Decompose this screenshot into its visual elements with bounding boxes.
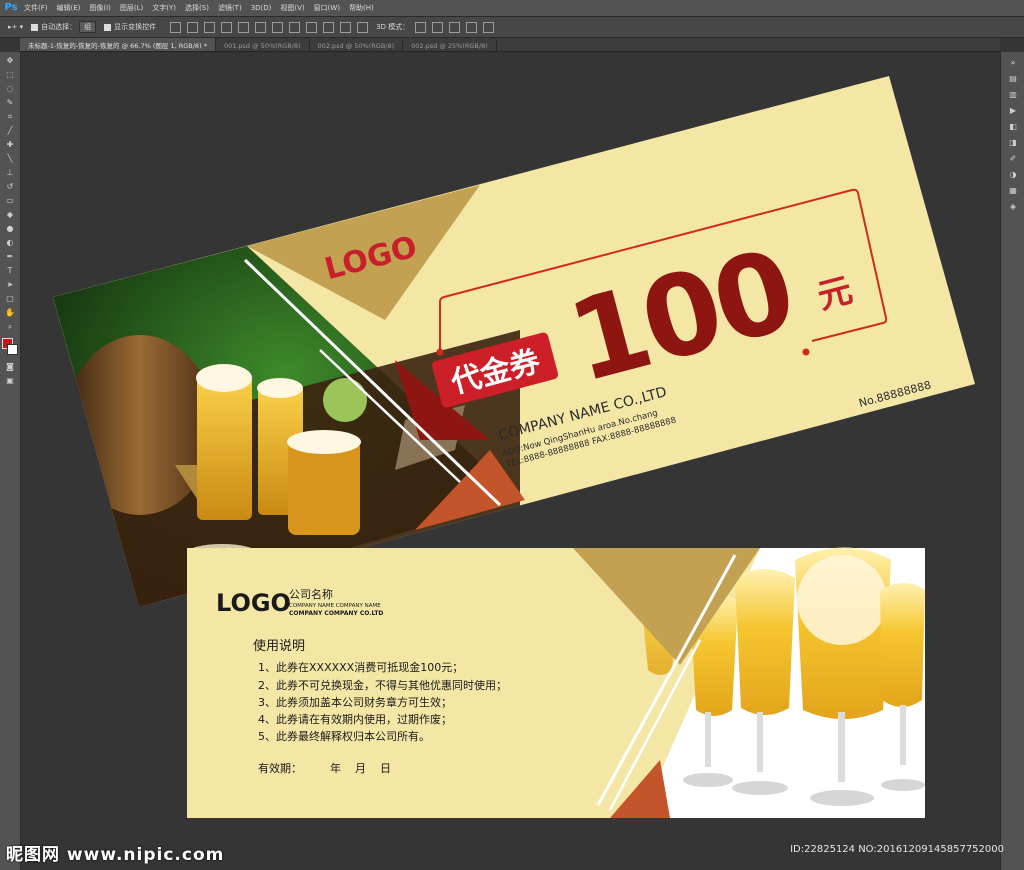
rule-item-5: 5、此券最终解释权归本公司所有。: [258, 729, 430, 743]
frame-dot-left: [436, 348, 444, 356]
instructions-title: 使用说明: [253, 638, 305, 654]
rule-item-1: 1、此券在XXXXXX消费可抵现金100元；: [258, 660, 463, 674]
beer-foam-2: [257, 378, 303, 398]
back-logo: LOGO: [216, 589, 291, 617]
back-company-en-2: COMPANY COMPANY CO.LTD: [289, 610, 383, 617]
voucher-back: LOGO 公司名称 COMPANY NAME COMPANY NAME COMP…: [187, 547, 925, 818]
rule-item-3: 3、此券须加盖本公司财务章方可生效；: [258, 695, 452, 709]
back-company-cn: 公司名称: [289, 587, 333, 601]
beer-foam-1: [196, 364, 252, 392]
rule-item-2: 2、此券不可兑换现金，不得与其他优惠同时使用；: [258, 678, 507, 692]
rule-item-4: 4、此券请在有效期内使用，过期作废；: [258, 712, 452, 726]
back-company-en-1: COMPANY NAME COMPANY NAME: [289, 603, 381, 609]
beer-mug-foam: [287, 430, 361, 454]
voucher-front: 代金券 LOGO 100 元 COMPANY NAME CO.,LTD ADD:…: [53, 76, 975, 607]
canvas-artwork: 代金券 LOGO 100 元 COMPANY NAME CO.,LTD ADD:…: [53, 76, 975, 818]
hops-image: [323, 378, 367, 422]
beer-mug: [288, 440, 360, 535]
validity-line: 有效期： 年 月 日: [258, 761, 391, 775]
beer-glass-1: [197, 375, 252, 520]
